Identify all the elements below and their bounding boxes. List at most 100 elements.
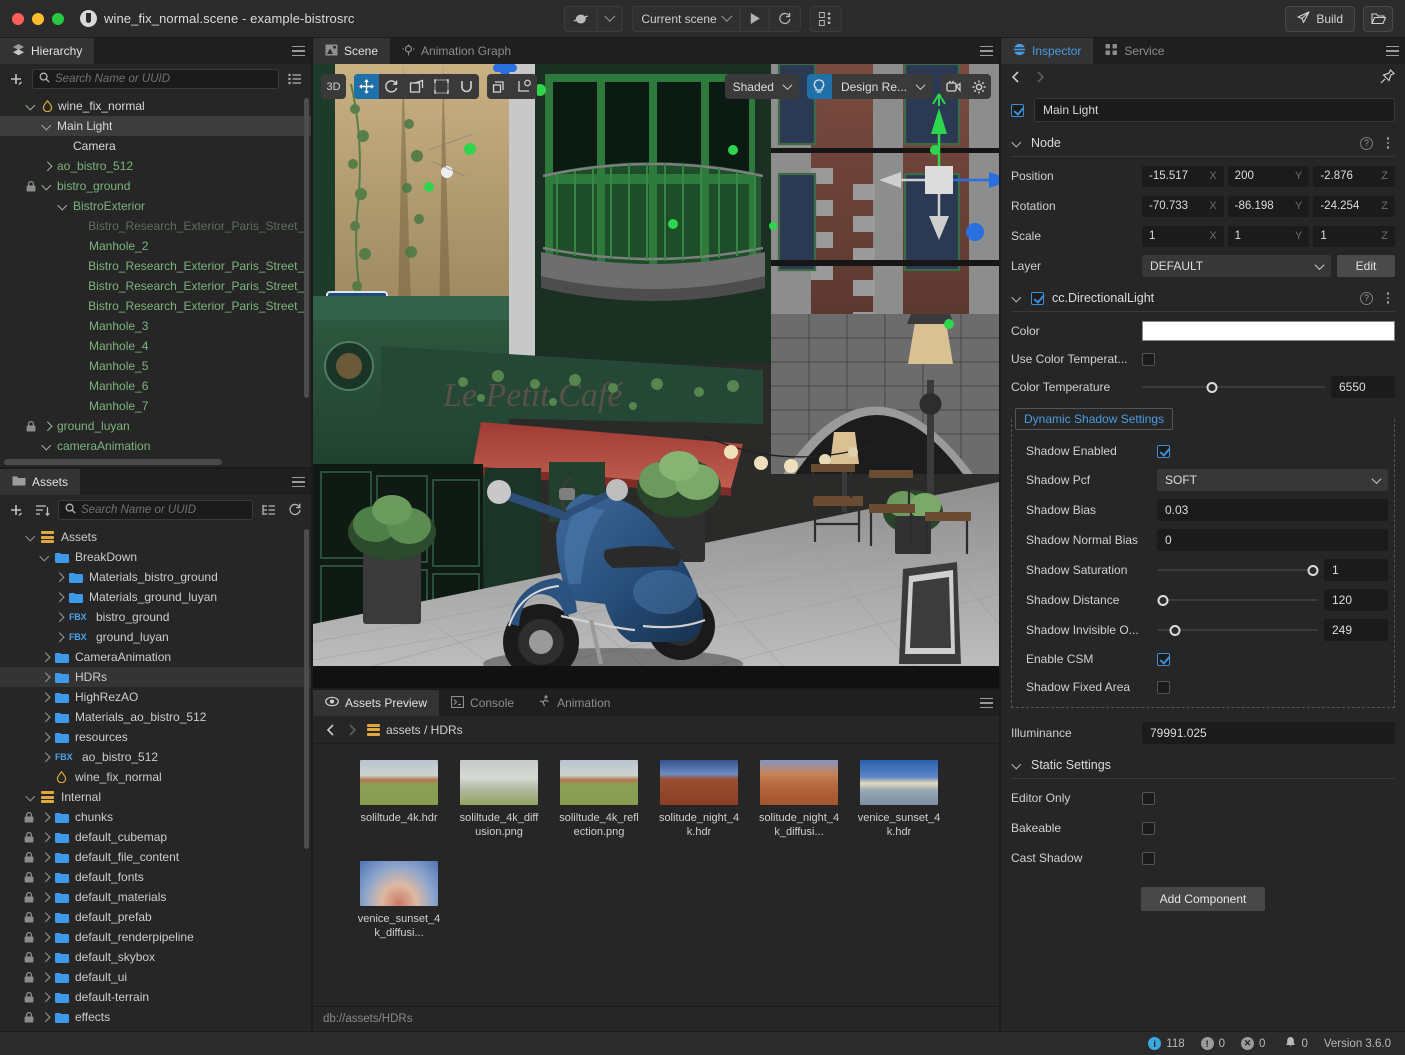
hierarchy-node[interactable]: Manhole_4 (0, 336, 311, 356)
node-section-header[interactable]: Node ? (1011, 130, 1395, 156)
chevron-down-icon[interactable] (39, 551, 51, 563)
qr-code-icon[interactable] (809, 5, 842, 32)
scale-y-field[interactable]: 1 Y (1227, 225, 1310, 247)
hierarchy-hscrollbar[interactable] (4, 459, 222, 465)
render-mode-dropdown[interactable]: Design Re... (832, 74, 933, 99)
chevron-right-icon[interactable] (39, 931, 51, 943)
shading-mode-dropdown[interactable]: Shaded (724, 74, 799, 99)
chevron-down-icon[interactable] (25, 100, 37, 112)
assets-node[interactable]: Materials_ao_bistro_512 (0, 707, 311, 727)
assets-node[interactable]: effects (0, 1007, 311, 1027)
chevron-down-icon[interactable] (41, 180, 53, 192)
chevron-down-icon[interactable] (57, 200, 69, 212)
assets-node[interactable]: chunks (0, 807, 311, 827)
lock-icon[interactable] (22, 811, 35, 823)
assets-node[interactable]: default_file_content (0, 847, 311, 867)
hierarchy-node[interactable]: Main Light (0, 116, 311, 136)
shadow-invisible-slider[interactable] (1157, 621, 1318, 639)
lock-icon[interactable] (24, 420, 37, 432)
hierarchy-node[interactable]: Bistro_Research_Exterior_Paris_Street_1 (0, 216, 311, 236)
light-enabled-checkbox[interactable] (1031, 291, 1044, 305)
asset-item[interactable]: soliltude_4k_diffusion.png (449, 760, 549, 839)
assets-menu-icon[interactable] (285, 469, 311, 495)
hierarchy-node[interactable]: wine_fix_normal (0, 96, 311, 116)
assets-node[interactable]: default_skybox (0, 947, 311, 967)
chevron-right-icon[interactable] (53, 571, 65, 583)
position-z-field[interactable]: -2.876 Z (1313, 165, 1396, 187)
preview-device-group[interactable] (563, 5, 623, 32)
color-temp-slider[interactable] (1142, 378, 1325, 396)
lock-icon[interactable] (22, 991, 35, 1003)
lock-icon[interactable] (22, 891, 35, 903)
bakeable-checkbox[interactable] (1142, 821, 1155, 835)
chevron-right-icon[interactable] (39, 851, 51, 863)
chevron-right-icon[interactable] (39, 911, 51, 923)
illuminance-field[interactable]: 79991.025 (1142, 722, 1395, 744)
shadow-saturation-slider[interactable] (1157, 561, 1319, 579)
rotation-z-field[interactable]: -24.254 Z (1313, 195, 1396, 217)
tab-animation[interactable]: Animation (526, 690, 622, 716)
lock-icon[interactable] (22, 831, 35, 843)
pin-icon[interactable] (1380, 68, 1396, 87)
rotation-x-field[interactable]: -70.733 X (1142, 195, 1224, 217)
build-button[interactable]: Build (1285, 5, 1355, 32)
chevron-down-icon[interactable] (41, 440, 53, 452)
cast-shadow-checkbox[interactable] (1142, 851, 1155, 865)
static-settings-header[interactable]: Static Settings (1011, 752, 1395, 778)
node-name-field[interactable]: Main Light (1034, 98, 1395, 122)
add-asset-icon[interactable] (6, 500, 26, 520)
asset-item[interactable]: venice_sunset_4k_diffusi... (349, 861, 449, 940)
assets-node[interactable]: default_renderpipeline (0, 927, 311, 947)
dynamic-shadow-settings-title[interactable]: Dynamic Shadow Settings (1015, 408, 1174, 430)
breadcrumb[interactable]: assets / HDRs (367, 723, 463, 737)
rect-tool-icon[interactable] (429, 74, 454, 99)
hierarchy-node[interactable]: Bistro_Research_Exterior_Paris_Street_6 (0, 296, 311, 316)
assets-node[interactable]: HDRs (0, 667, 311, 687)
chevron-right-icon[interactable] (39, 751, 51, 763)
lock-icon[interactable] (22, 1011, 35, 1023)
help-icon[interactable]: ? (1360, 136, 1373, 150)
hierarchy-search-input[interactable] (55, 73, 272, 85)
asset-item[interactable]: soliltude_4k_reflection.png (549, 760, 649, 839)
current-scene-dropdown[interactable]: Current scene (632, 6, 741, 31)
refresh-icon[interactable] (770, 7, 800, 31)
asset-item[interactable]: solitude_night_4k_diffusi... (749, 760, 849, 839)
hierarchy-menu-icon[interactable] (285, 38, 311, 64)
assets-node[interactable]: Materials_bistro_ground (0, 567, 311, 587)
chevron-down-icon[interactable] (41, 120, 53, 132)
chevron-right-icon[interactable] (39, 651, 51, 663)
tab-scene[interactable]: Scene (313, 38, 391, 64)
shadow-distance-value[interactable]: 120 (1324, 589, 1388, 611)
status-info[interactable]: i 118 (1148, 1037, 1185, 1050)
status-warning[interactable]: ! 0 (1200, 1037, 1225, 1050)
add-node-icon[interactable] (6, 69, 26, 89)
assets-node[interactable]: CameraAnimation (0, 647, 311, 667)
kebab-icon[interactable] (1381, 292, 1395, 304)
preview-device-icon[interactable] (564, 6, 598, 31)
light-color-swatch[interactable] (1142, 321, 1395, 341)
assets-node[interactable]: FBX ao_bistro_512 (0, 747, 311, 767)
list-view-icon[interactable] (285, 69, 305, 89)
scene-viewport[interactable]: Le Petit Café 3D Shaded Design Re... (313, 64, 999, 688)
assets-node[interactable]: default_fonts (0, 867, 311, 887)
gear-icon[interactable] (966, 74, 991, 99)
tab-console[interactable]: Console (439, 690, 526, 716)
chevron-right-icon[interactable] (39, 671, 51, 683)
hierarchy-node[interactable]: bistro_ground (0, 176, 311, 196)
hierarchy-node[interactable]: Bistro_Research_Exterior_Paris_Street_6 (0, 276, 311, 296)
hierarchy-node[interactable]: ground_luyan (0, 416, 311, 436)
hierarchy-node[interactable]: Bistro_Research_Exterior_Paris_Street_6 (0, 256, 311, 276)
assets-node[interactable]: FBX ground_luyan (0, 627, 311, 647)
add-component-button[interactable]: Add Component (1141, 887, 1265, 911)
chevron-right-icon[interactable] (39, 991, 51, 1003)
assets-node[interactable]: Materials_ground_luyan (0, 587, 311, 607)
chevron-down-icon[interactable] (1011, 137, 1023, 149)
position-x-field[interactable]: -15.517 X (1142, 165, 1224, 187)
pivot-center-icon[interactable] (487, 74, 512, 99)
hierarchy-node[interactable]: Manhole_6 (0, 376, 311, 396)
assets-node[interactable]: Assets (0, 527, 311, 547)
assets-node[interactable]: Internal (0, 787, 311, 807)
assets-tree[interactable]: Assets BreakDown Materials_bistro_ground Ma… (0, 525, 311, 1031)
tab-assets-preview[interactable]: Assets Preview (313, 690, 440, 716)
lock-icon[interactable] (22, 911, 35, 923)
